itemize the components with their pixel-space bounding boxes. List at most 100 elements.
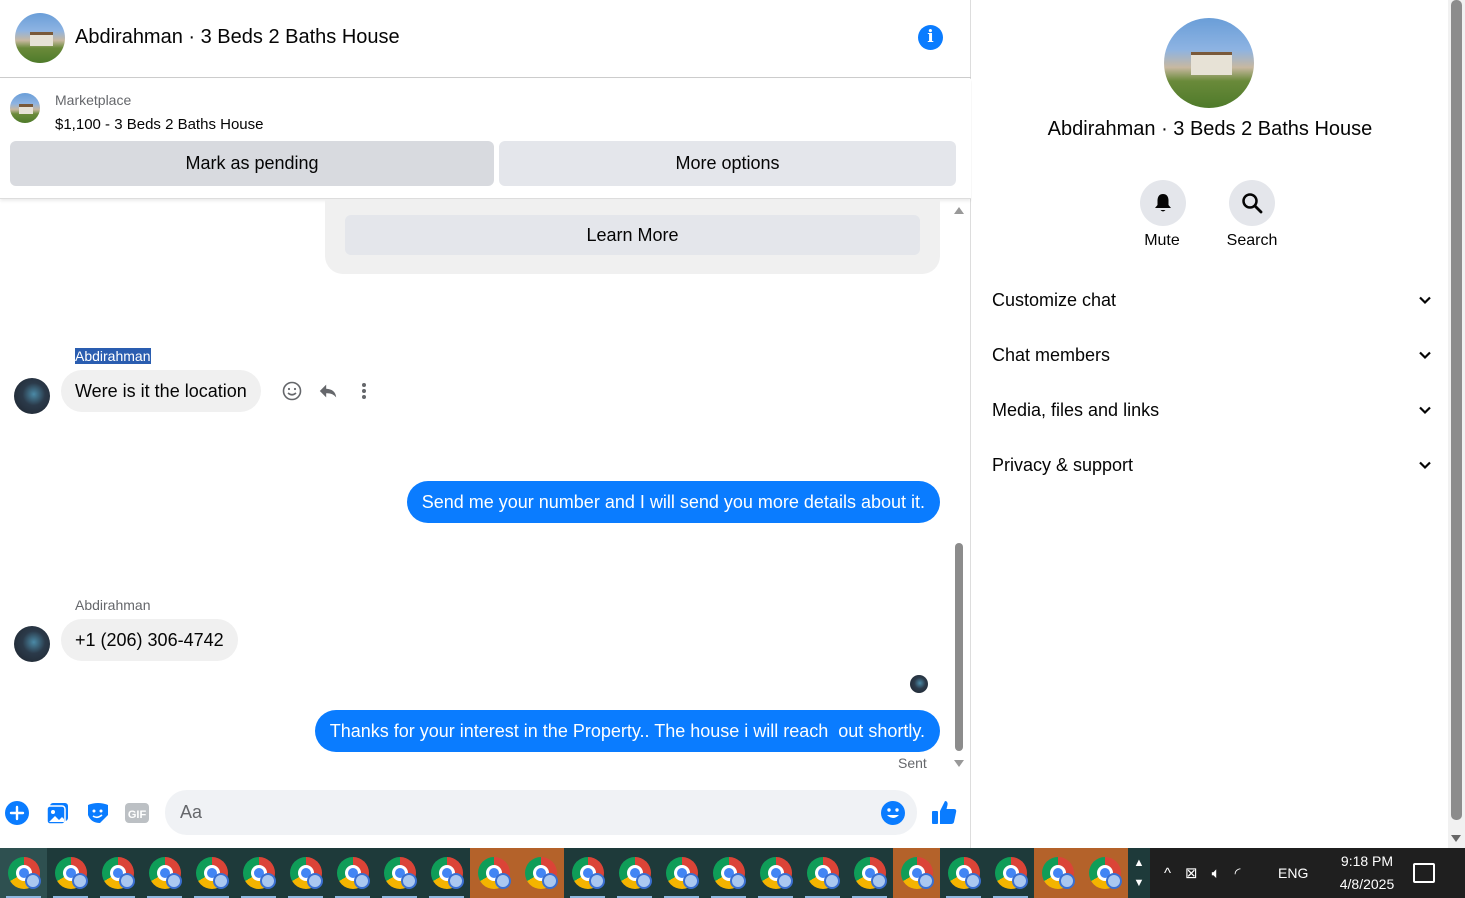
details-avatar[interactable]	[1164, 18, 1254, 108]
mark-as-pending-button[interactable]: Mark as pending	[10, 141, 494, 186]
taskbar-chrome-window[interactable]	[94, 848, 141, 898]
details-title: Abdirahman · 3 Beds 2 Baths House	[1047, 118, 1373, 140]
listing-category: Marketplace	[55, 92, 132, 108]
reply-icon[interactable]	[318, 381, 338, 401]
chevron-down-icon	[1419, 351, 1431, 360]
taskbar-chrome-window[interactable]	[423, 848, 470, 898]
taskbar-chrome-window[interactable]	[658, 848, 705, 898]
listing-title[interactable]: $1,100 - 3 Beds 2 Baths House	[55, 116, 263, 133]
chevron-down-icon[interactable]: ▼	[1134, 877, 1145, 889]
plus-icon[interactable]	[4, 800, 30, 826]
chevron-down-icon	[1419, 461, 1431, 470]
scroll-thumb[interactable]	[955, 543, 963, 751]
learn-more-button[interactable]: Learn More	[345, 215, 920, 255]
taskbar-chrome-window[interactable]	[376, 848, 423, 898]
taskbar-chrome-window[interactable]	[752, 848, 799, 898]
sender-name: Abdirahman	[75, 348, 151, 364]
taskbar-chrome-window[interactable]	[47, 848, 94, 898]
volume-icon[interactable]: 🔈︎	[1212, 865, 1221, 882]
taskbar-overflow-arrows[interactable]: ▲ ▼	[1128, 848, 1150, 898]
thumbs-up-icon[interactable]	[929, 798, 959, 828]
search-label: Search	[1226, 232, 1278, 249]
taskbar-chrome-window-flashing[interactable]	[893, 848, 940, 898]
taskbar-chrome-window[interactable]	[141, 848, 188, 898]
taskbar-chrome-window[interactable]	[846, 848, 893, 898]
taskbar-chrome-window[interactable]	[987, 848, 1034, 898]
listing-card-message: Learn More	[325, 200, 940, 274]
wifi-icon[interactable]: ◜	[1235, 864, 1241, 882]
taskbar-chrome-window[interactable]	[188, 848, 235, 898]
gif-icon[interactable]: GIF	[124, 800, 150, 826]
input-language[interactable]: ENG	[1278, 865, 1308, 881]
section-label: Media, files and links	[992, 399, 1160, 420]
delivery-status: Sent	[898, 755, 927, 771]
scroll-up-arrow-icon[interactable]	[954, 207, 964, 214]
section-privacy-support[interactable]: Privacy & support	[992, 450, 1432, 480]
clock-time[interactable]: 9:18 PM	[1327, 853, 1407, 869]
taskbar-chrome-window-flashing[interactable]	[470, 848, 517, 898]
taskbar-chrome-window[interactable]	[705, 848, 752, 898]
sender-name: Abdirahman	[75, 597, 151, 613]
section-label: Customize chat	[992, 289, 1117, 310]
show-hidden-icons-icon[interactable]: ^	[1164, 865, 1171, 882]
emoji-icon[interactable]	[880, 800, 906, 826]
sender-avatar[interactable]	[14, 378, 50, 414]
taskbar-chrome-window-flashing[interactable]	[517, 848, 564, 898]
message-composer: GIF	[0, 788, 971, 838]
sender-avatar[interactable]	[14, 626, 50, 662]
sticker-icon[interactable]	[85, 800, 111, 826]
taskbar-chrome-window[interactable]	[564, 848, 611, 898]
network-disconnected-icon[interactable]: ⊠	[1185, 864, 1198, 882]
incoming-message[interactable]: +1 (206) 306-4742	[61, 619, 238, 661]
taskbar-chrome-window[interactable]	[799, 848, 846, 898]
taskbar-chrome-window-flashing[interactable]	[1034, 848, 1081, 898]
chat-header: Abdirahman · 3 Beds 2 Baths House i	[0, 0, 971, 78]
read-receipt-avatar	[910, 675, 928, 693]
more-vertical-icon[interactable]	[354, 381, 374, 401]
chevron-down-icon	[1419, 296, 1431, 305]
outgoing-message[interactable]: Thanks for your interest in the Property…	[314, 710, 940, 752]
section-label: Privacy & support	[992, 454, 1134, 475]
message-input[interactable]	[165, 790, 917, 835]
marketplace-listing-banner: Marketplace $1,100 - 3 Beds 2 Baths Hous…	[0, 79, 971, 199]
section-chat-members[interactable]: Chat members	[992, 340, 1432, 370]
taskbar-chrome-window-flashing[interactable]	[1081, 848, 1128, 898]
search-button[interactable]	[1229, 180, 1275, 226]
listing-thumbnail[interactable]	[10, 93, 40, 123]
taskbar-chrome-window[interactable]	[940, 848, 987, 898]
chat-panel: Abdirahman · 3 Beds 2 Baths House i Mark…	[0, 0, 971, 848]
clock-date[interactable]: 4/8/2025	[1327, 876, 1407, 892]
system-tray: ^ ⊠ 🔈︎ ◜ ENG 9:18 PM 4/8/2025	[1150, 848, 1465, 898]
taskbar-chrome-window[interactable]	[611, 848, 658, 898]
conversation-title[interactable]: Abdirahman · 3 Beds 2 Baths House	[75, 26, 400, 49]
react-emoji-icon[interactable]	[282, 381, 302, 401]
search-icon	[1242, 193, 1263, 214]
conversation-avatar[interactable]	[15, 13, 65, 63]
info-icon[interactable]: i	[918, 25, 943, 50]
chevron-up-icon[interactable]: ▲	[1134, 857, 1145, 869]
chevron-down-icon	[1419, 406, 1431, 415]
section-media-files-links[interactable]: Media, files and links	[992, 395, 1432, 425]
notification-center-icon[interactable]	[1413, 863, 1435, 883]
chat-details-panel: Abdirahman · 3 Beds 2 Baths House Mute S…	[972, 0, 1448, 848]
bell-icon	[1155, 194, 1171, 212]
photo-icon[interactable]	[45, 800, 71, 826]
taskbar-chrome-window[interactable]	[329, 848, 376, 898]
page-scroll-thumb[interactable]	[1451, 0, 1462, 820]
message-list[interactable]: Learn More Abdirahman Were is it the loc…	[0, 200, 971, 778]
incoming-message[interactable]: Were is it the location	[61, 370, 261, 412]
more-options-button[interactable]: More options	[499, 141, 956, 186]
taskbar-chrome-window[interactable]	[235, 848, 282, 898]
section-customize-chat[interactable]: Customize chat	[992, 285, 1432, 315]
scroll-down-arrow-icon[interactable]	[954, 760, 964, 767]
section-label: Chat members	[992, 344, 1111, 365]
taskbar-chrome-window[interactable]	[0, 848, 47, 898]
taskbar-chrome-window[interactable]	[282, 848, 329, 898]
mute-button[interactable]	[1140, 180, 1186, 226]
svg-text:GIF: GIF	[128, 809, 147, 821]
message-scrollbar[interactable]	[951, 200, 967, 778]
page-scrollbar[interactable]	[1448, 0, 1465, 848]
scroll-down-arrow-icon[interactable]	[1451, 835, 1461, 842]
outgoing-message[interactable]: Send me your number and I will send you …	[406, 481, 940, 523]
message-actions	[282, 381, 374, 401]
